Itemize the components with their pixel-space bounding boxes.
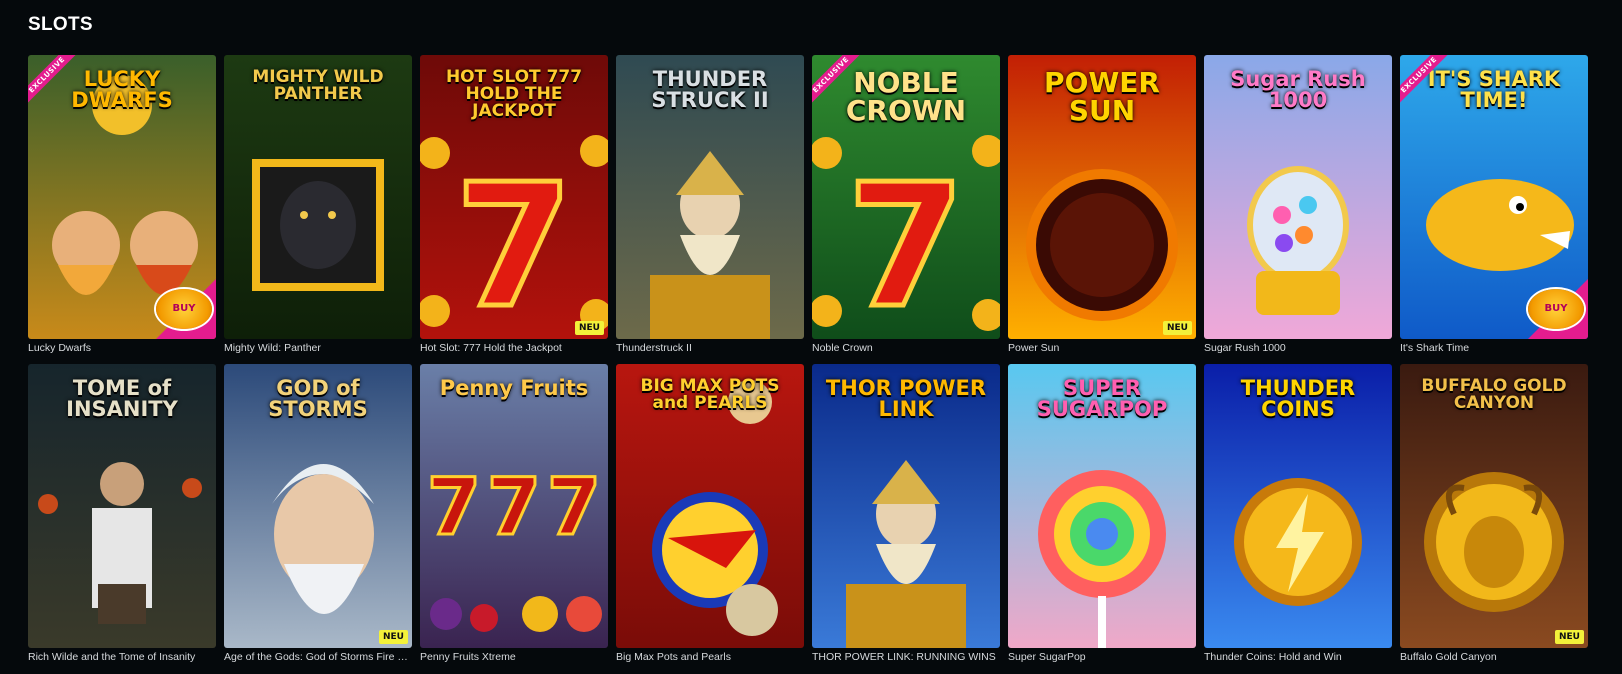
game-title[interactable]: Thunder Coins: Hold and Win bbox=[1204, 651, 1392, 663]
game-thumbnail[interactable]: 7 HOT SLOT 777 HOLD THE JACKPOT NEU bbox=[420, 55, 608, 339]
seven-symbol: 7 bbox=[847, 148, 965, 339]
game-logo: IT'S SHARK TIME! bbox=[1427, 67, 1561, 112]
game-title[interactable]: Mighty Wild: Panther bbox=[224, 342, 412, 354]
seven-symbol: 7 bbox=[455, 148, 573, 339]
game-title[interactable]: It's Shark Time bbox=[1400, 342, 1588, 354]
game-thumbnail[interactable]: IT'S SHARK TIME!EXCLUSIVEBUY BONUS bbox=[1400, 55, 1588, 339]
game-card[interactable]: 7 7 7 Penny Fruits Penny Fruits Xtreme bbox=[420, 364, 608, 673]
game-title[interactable]: Buffalo Gold Canyon bbox=[1400, 651, 1588, 663]
game-thumbnail[interactable]: MIGHTY WILD PANTHER bbox=[224, 55, 412, 339]
game-card[interactable]: TOME of INSANITY Rich Wilde and the Tome … bbox=[28, 364, 216, 673]
game-card[interactable]: THUNDER STRUCK II Thunderstruck II bbox=[616, 55, 804, 364]
section-title: SLOTS bbox=[28, 14, 93, 35]
game-grid: LUCKY DWARFSEXCLUSIVEBUY BONUS Lucky Dwar… bbox=[28, 55, 1588, 673]
new-badge: NEU bbox=[575, 321, 604, 335]
buy-bonus-badge: BUY BONUS bbox=[1528, 289, 1584, 329]
svg-text:7: 7 bbox=[427, 463, 481, 553]
game-thumbnail[interactable]: THUNDER STRUCK II bbox=[616, 55, 804, 339]
game-title[interactable]: Rich Wilde and the Tome of Insanity bbox=[28, 651, 216, 663]
game-card[interactable]: THOR POWER LINK THOR POWER LINK: RUNNING … bbox=[812, 364, 1000, 673]
slots-section: SLOTS LUCKY DWARFSEXCLUSIVEBUY BONUS Luck… bbox=[0, 0, 1622, 674]
game-logo: NOBLE CROWN bbox=[845, 66, 967, 127]
game-logo: BUFFALO GOLD CANYON bbox=[1421, 376, 1567, 413]
game-thumbnail[interactable]: LUCKY DWARFSEXCLUSIVEBUY BONUS bbox=[28, 55, 216, 339]
new-badge: NEU bbox=[1555, 630, 1584, 644]
game-logo: BIG MAX POTS and PEARLS bbox=[640, 376, 780, 413]
game-card[interactable]: BIG MAX POTS and PEARLS Big Max Pots and … bbox=[616, 364, 804, 673]
game-card[interactable]: POWER SUN NEU Power Sun bbox=[1008, 55, 1196, 364]
game-title[interactable]: Thunderstruck II bbox=[616, 342, 804, 354]
game-logo: Penny Fruits bbox=[439, 376, 589, 400]
game-thumbnail[interactable]: THUNDER COINS bbox=[1204, 364, 1392, 648]
game-card[interactable]: 7 HOT SLOT 777 HOLD THE JACKPOT NEU Hot Slo… bbox=[420, 55, 608, 364]
game-logo: THUNDER STRUCK II bbox=[651, 67, 769, 112]
game-title[interactable]: Penny Fruits Xtreme bbox=[420, 651, 608, 663]
game-title[interactable]: Lucky Dwarfs bbox=[28, 342, 216, 354]
game-logo: MIGHTY WILD PANTHER bbox=[252, 67, 384, 104]
game-card[interactable]: THUNDER COINS Thunder Coins: Hold and Win bbox=[1204, 364, 1392, 673]
svg-text:7: 7 bbox=[547, 463, 601, 553]
game-artwork: 777 bbox=[420, 364, 608, 648]
game-logo: TOME of INSANITY bbox=[66, 376, 178, 421]
game-card[interactable]: BUFFALO GOLD CANYON NEU Buffalo Gold Canyo… bbox=[1400, 364, 1588, 673]
game-thumbnail[interactable]: TOME of INSANITY bbox=[28, 364, 216, 648]
game-card[interactable]: IT'S SHARK TIME!EXCLUSIVEBUY BONUS It's S… bbox=[1400, 55, 1588, 364]
game-thumbnail[interactable]: POWER SUN NEU bbox=[1008, 55, 1196, 339]
game-title[interactable]: THOR POWER LINK: RUNNING WINS bbox=[812, 651, 1000, 663]
game-thumbnail[interactable]: 7 7 7 Penny Fruits bbox=[420, 364, 608, 648]
game-logo: Sugar Rush 1000 bbox=[1230, 67, 1366, 112]
game-title[interactable]: Big Max Pots and Pearls bbox=[616, 651, 804, 663]
game-title[interactable]: Age of the Gods: God of Storms Fire Blaz… bbox=[224, 651, 412, 663]
game-thumbnail[interactable]: 7 NOBLE CROWN EXCLUSIVE bbox=[812, 55, 1000, 339]
game-logo: LUCKY DWARFS bbox=[71, 67, 173, 112]
game-card[interactable]: MIGHTY WILD PANTHER Mighty Wild: Panther bbox=[224, 55, 412, 364]
game-card[interactable]: LUCKY DWARFSEXCLUSIVEBUY BONUS Lucky Dwar… bbox=[28, 55, 216, 364]
game-logo: HOT SLOT 777 HOLD THE JACKPOT bbox=[445, 67, 583, 121]
game-thumbnail[interactable]: SUPER SUGARPOP bbox=[1008, 364, 1196, 648]
game-card[interactable]: SUPER SUGARPOP Super SugarPop bbox=[1008, 364, 1196, 673]
game-thumbnail[interactable]: Sugar Rush 1000 bbox=[1204, 55, 1392, 339]
new-badge: NEU bbox=[379, 630, 408, 644]
buy-bonus-badge: BUY BONUS bbox=[156, 289, 212, 329]
game-thumbnail[interactable]: THOR POWER LINK bbox=[812, 364, 1000, 648]
game-logo: THOR POWER LINK bbox=[825, 376, 987, 421]
game-logo: GOD of STORMS bbox=[268, 376, 368, 421]
game-title[interactable]: Noble Crown bbox=[812, 342, 1000, 354]
game-logo: SUPER SUGARPOP bbox=[1036, 376, 1168, 421]
game-logo: POWER SUN bbox=[1044, 66, 1160, 127]
game-logo: THUNDER COINS bbox=[1240, 376, 1356, 421]
game-thumbnail[interactable]: GOD of STORMS NEU bbox=[224, 364, 412, 648]
game-card[interactable]: 7 NOBLE CROWN EXCLUSIVE Noble Crown bbox=[812, 55, 1000, 364]
game-card[interactable]: GOD of STORMS NEU Age of the Gods: God of … bbox=[224, 364, 412, 673]
game-thumbnail[interactable]: BUFFALO GOLD CANYON NEU bbox=[1400, 364, 1588, 648]
game-title[interactable]: Power Sun bbox=[1008, 342, 1196, 354]
game-title[interactable]: Super SugarPop bbox=[1008, 651, 1196, 663]
game-thumbnail[interactable]: BIG MAX POTS and PEARLS bbox=[616, 364, 804, 648]
game-title[interactable]: Sugar Rush 1000 bbox=[1204, 342, 1392, 354]
new-badge: NEU bbox=[1163, 321, 1192, 335]
svg-text:7: 7 bbox=[487, 463, 541, 553]
game-title[interactable]: Hot Slot: 777 Hold the Jackpot bbox=[420, 342, 608, 354]
game-card[interactable]: Sugar Rush 1000 Sugar Rush 1000 bbox=[1204, 55, 1392, 364]
